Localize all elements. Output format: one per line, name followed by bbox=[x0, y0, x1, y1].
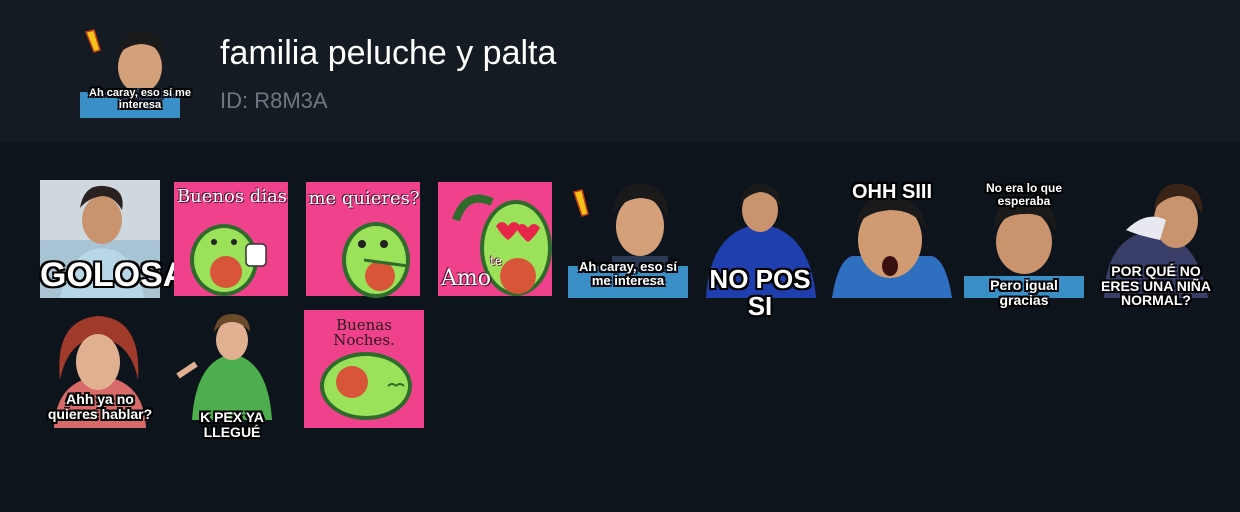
sticker-caption: Ah caray, eso sí me interesa bbox=[578, 259, 678, 288]
sticker-caption: Ahh ya no quieres hablar? bbox=[47, 391, 153, 422]
sticker-grid: GOLOSA Buenos dias me quieres? te Amo Ah… bbox=[40, 180, 1220, 440]
sticker-caption: Amo bbox=[441, 266, 491, 291]
sticker-buenas-noches[interactable]: Buenas Noches. bbox=[304, 310, 424, 428]
sticker-caption: NO POS SI bbox=[709, 264, 811, 322]
sticker-caption: GOLOSA bbox=[40, 256, 188, 294]
sticker-ahh-ya-no-quieres-hablar[interactable]: Ahh ya no quieres hablar? bbox=[40, 310, 160, 428]
sticker-caption: Buenos dias bbox=[176, 186, 288, 207]
sticker-me-quieres[interactable]: me quieres? bbox=[304, 180, 424, 298]
pack-header: Ah caray, eso sí me interesa familia pel… bbox=[0, 0, 1240, 142]
sticker-pero-igual-gracias[interactable]: No era lo que esperaba Pero igual gracia… bbox=[964, 180, 1084, 307]
sticker-k-pex-ya-llegue[interactable]: K PEX YA LLEGUÉ bbox=[172, 310, 292, 439]
pack-thumbnail-caption: Ah caray, eso sí me interesa bbox=[89, 87, 191, 111]
sticker-caption: POR QUÉ NO ERES UNA NIÑA NORMAL? bbox=[1101, 263, 1211, 309]
pack-thumbnail[interactable]: Ah caray, eso sí me interesa bbox=[80, 22, 191, 118]
sticker-buenos-dias[interactable]: Buenos dias bbox=[172, 180, 292, 298]
sticker-caption-top: No era lo que esperaba bbox=[985, 181, 1062, 208]
sticker-no-pos-si[interactable]: NO POS SI bbox=[700, 180, 820, 320]
pack-id: ID: R8M3A bbox=[220, 88, 328, 113]
sticker-golosa[interactable]: GOLOSA bbox=[40, 180, 188, 298]
sticker-row: GOLOSA Buenos dias me quieres? te Amo Ah… bbox=[40, 180, 1220, 320]
sticker-caption: me quieres? bbox=[308, 188, 420, 209]
sticker-caption: OHH SIII bbox=[851, 181, 932, 203]
sticker-te-amo[interactable]: te Amo bbox=[436, 180, 556, 298]
pack-title: familia peluche y palta bbox=[220, 34, 557, 72]
sticker-ohh-siii[interactable]: OHH SIII bbox=[832, 180, 952, 298]
sticker-por-que-no-eres[interactable]: POR QUÉ NO ERES UNA NIÑA NORMAL? bbox=[1096, 180, 1216, 308]
sticker-caption: Pero igual gracias bbox=[990, 277, 1058, 308]
sticker-caption: K PEX YA LLEGUÉ bbox=[200, 409, 264, 440]
sticker-ah-caray[interactable]: Ah caray, eso sí me interesa bbox=[568, 180, 688, 298]
sticker-caption: Buenas Noches. bbox=[333, 316, 395, 349]
sticker-row: Ahh ya no quieres hablar? K PEX YA LLEGU… bbox=[40, 310, 1220, 439]
